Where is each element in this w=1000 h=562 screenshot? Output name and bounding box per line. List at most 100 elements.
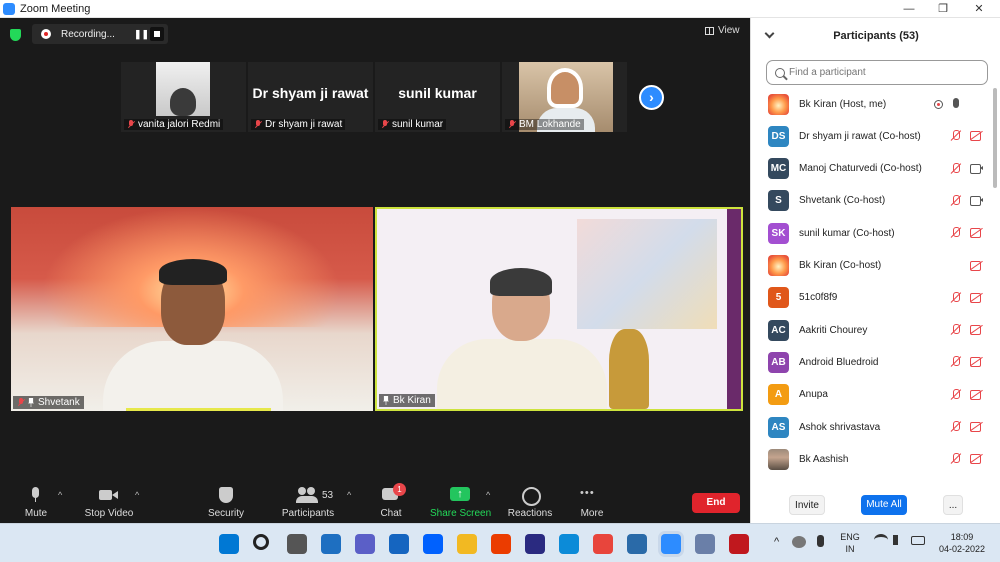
mail-icon[interactable] (389, 534, 409, 554)
video-thumbnail[interactable]: Dr shyam ji rawat Dr shyam ji rawat (248, 62, 373, 132)
volume-icon[interactable] (893, 535, 903, 545)
video-off-icon[interactable] (970, 454, 983, 465)
participant-search[interactable] (766, 60, 988, 85)
participant-row[interactable]: MC Manoj Chaturvedi (Co-host) (751, 153, 991, 185)
wifi-icon[interactable] (874, 534, 888, 546)
video-thumbnail[interactable]: sunil kumar sunil kumar (375, 62, 500, 132)
participant-name: sunil kumar (Co-host) (799, 227, 895, 239)
participant-name: Aakriti Chourey (799, 324, 868, 336)
maximize-button[interactable]: ❐ (928, 0, 958, 18)
participant-row[interactable]: A Anupa (751, 379, 991, 411)
mic-muted-icon[interactable] (950, 421, 962, 433)
mic-muted-icon[interactable] (950, 227, 962, 239)
window-title: Zoom Meeting (20, 2, 91, 15)
video-off-icon[interactable] (970, 292, 983, 303)
teams-icon[interactable] (355, 534, 375, 554)
windows-icon[interactable] (219, 534, 239, 554)
tray-app-icon[interactable] (792, 536, 806, 548)
video-tile-shvetank[interactable]: Shvetank (11, 207, 373, 411)
grid-view-icon (705, 26, 714, 35)
mic-muted-icon[interactable] (950, 453, 962, 465)
participant-row[interactable]: 5 51c0f8f9 (751, 282, 991, 314)
video-tile-bk-kiran[interactable]: Bk Kiran (375, 207, 743, 411)
participant-row[interactable]: S Shvetank (Co-host) (751, 185, 991, 217)
reactions-button[interactable]: Reactions (505, 485, 555, 523)
participant-name-display: sunil kumar (398, 85, 477, 101)
mic-muted-icon[interactable] (950, 324, 962, 336)
share-screen-button[interactable]: Share Screen (430, 485, 491, 523)
mic-muted-icon[interactable] (950, 388, 962, 401)
minimize-button[interactable]: — (894, 0, 924, 18)
view-button[interactable]: View (705, 25, 740, 36)
video-off-icon[interactable] (970, 389, 983, 400)
video-off-icon[interactable] (970, 228, 983, 239)
participant-row[interactable]: DS Dr shyam ji rawat (Co-host) (751, 120, 991, 152)
vpn-icon[interactable] (695, 534, 715, 554)
photos-icon[interactable] (627, 534, 647, 554)
show-hidden-icons-chevron[interactable]: ^ (774, 536, 779, 548)
chrome-icon[interactable] (593, 534, 613, 554)
video-icon[interactable] (970, 195, 983, 206)
pause-recording-button[interactable]: ❚❚ (134, 29, 149, 39)
task-view-icon[interactable] (287, 534, 307, 554)
share-options-caret[interactable]: ^ (486, 490, 490, 500)
widgets-icon[interactable] (321, 534, 341, 554)
video-options-caret[interactable]: ^ (135, 490, 139, 500)
stop-video-button[interactable]: Stop Video (84, 485, 134, 523)
invite-button[interactable]: Invite (789, 495, 825, 515)
video-off-icon[interactable] (970, 422, 983, 432)
participant-row[interactable]: SK sunil kumar (Co-host) (751, 217, 991, 249)
video-thumbnail[interactable]: BM Lokhande (502, 62, 627, 132)
participants-options-caret[interactable]: ^ (347, 490, 351, 500)
language-indicator[interactable]: ENG IN (838, 531, 862, 555)
zoom-icon[interactable] (661, 534, 681, 554)
security-button[interactable]: Security (206, 485, 246, 523)
edge-icon[interactable] (559, 534, 579, 554)
participant-name: Anupa (799, 389, 828, 401)
participant-row[interactable]: Bk Aashish (751, 443, 991, 475)
file-explorer-icon[interactable] (457, 534, 477, 554)
video-off-icon[interactable] (970, 131, 983, 142)
dropbox-icon[interactable] (423, 534, 443, 554)
participant-row[interactable]: Bk Kiran (Host, me) (751, 88, 991, 120)
more-options-button[interactable]: ... (943, 495, 963, 515)
office-icon[interactable] (491, 534, 511, 554)
recording-indicator: Recording... ❚❚ (32, 24, 168, 44)
mic-muted-icon[interactable] (950, 162, 962, 175)
mic-muted-icon[interactable] (950, 194, 962, 207)
mic-muted-icon[interactable] (950, 130, 962, 142)
video-icon[interactable] (970, 163, 983, 174)
next-page-button[interactable]: › (639, 85, 664, 110)
mic-icon[interactable] (953, 98, 959, 108)
mic-muted-icon[interactable] (950, 291, 962, 304)
participant-name: Shvetank (Co-host) (799, 195, 886, 207)
video-off-icon[interactable] (970, 357, 983, 368)
stop-recording-button[interactable] (150, 27, 164, 41)
video-off-icon[interactable] (970, 325, 983, 336)
participant-row[interactable]: AB Android Bluedroid (751, 346, 991, 378)
mute-all-button[interactable]: Mute All (861, 495, 907, 515)
scrollbar[interactable] (993, 88, 997, 188)
headset-icon[interactable] (525, 534, 545, 554)
participant-row[interactable]: AC Aakriti Chourey (751, 314, 991, 346)
mute-button[interactable]: Mute (16, 485, 56, 523)
microphone-icon[interactable] (817, 535, 824, 547)
video-thumbnail[interactable]: vanita jalori Redmi (121, 62, 246, 132)
battery-icon[interactable] (911, 536, 925, 545)
mcafee-icon[interactable] (729, 534, 749, 554)
meeting-toolbar: Mute ^ Stop Video ^ Security Participant… (0, 483, 750, 523)
search-input[interactable] (789, 67, 979, 78)
encryption-shield-icon[interactable] (10, 29, 21, 41)
end-meeting-button[interactable]: End (692, 493, 740, 513)
mic-muted-icon[interactable] (950, 356, 962, 368)
more-button[interactable]: More (572, 485, 612, 523)
clock[interactable]: 18:09 04-02-2022 (934, 531, 990, 555)
video-off-icon[interactable] (970, 260, 983, 271)
audio-options-caret[interactable]: ^ (58, 490, 62, 500)
close-button[interactable]: ✕ (964, 0, 994, 18)
participant-row[interactable]: Bk Kiran (Co-host) (751, 250, 991, 282)
participant-row[interactable]: AS Ashok shrivastava (751, 411, 991, 443)
search-icon[interactable] (253, 534, 269, 550)
participant-video (156, 62, 210, 116)
pin-icon (28, 398, 34, 407)
